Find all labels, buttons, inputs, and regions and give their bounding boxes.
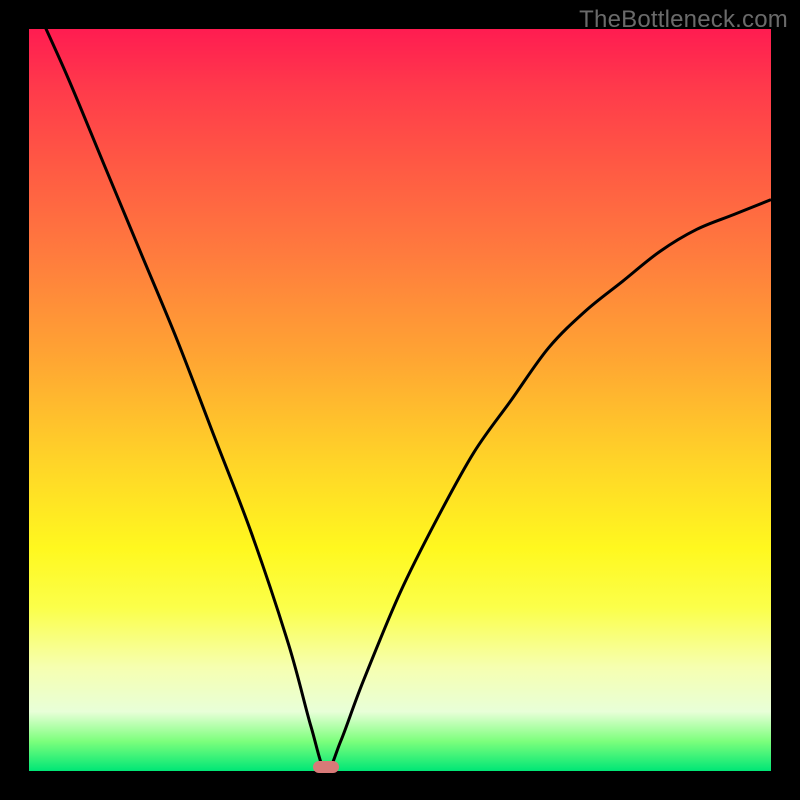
plot-area — [29, 29, 771, 771]
watermark-text: TheBottleneck.com — [579, 6, 788, 34]
bottleneck-curve — [29, 0, 771, 771]
curve-layer — [29, 29, 771, 771]
chart-frame: TheBottleneck.com — [0, 0, 800, 800]
minimum-marker — [313, 761, 339, 773]
